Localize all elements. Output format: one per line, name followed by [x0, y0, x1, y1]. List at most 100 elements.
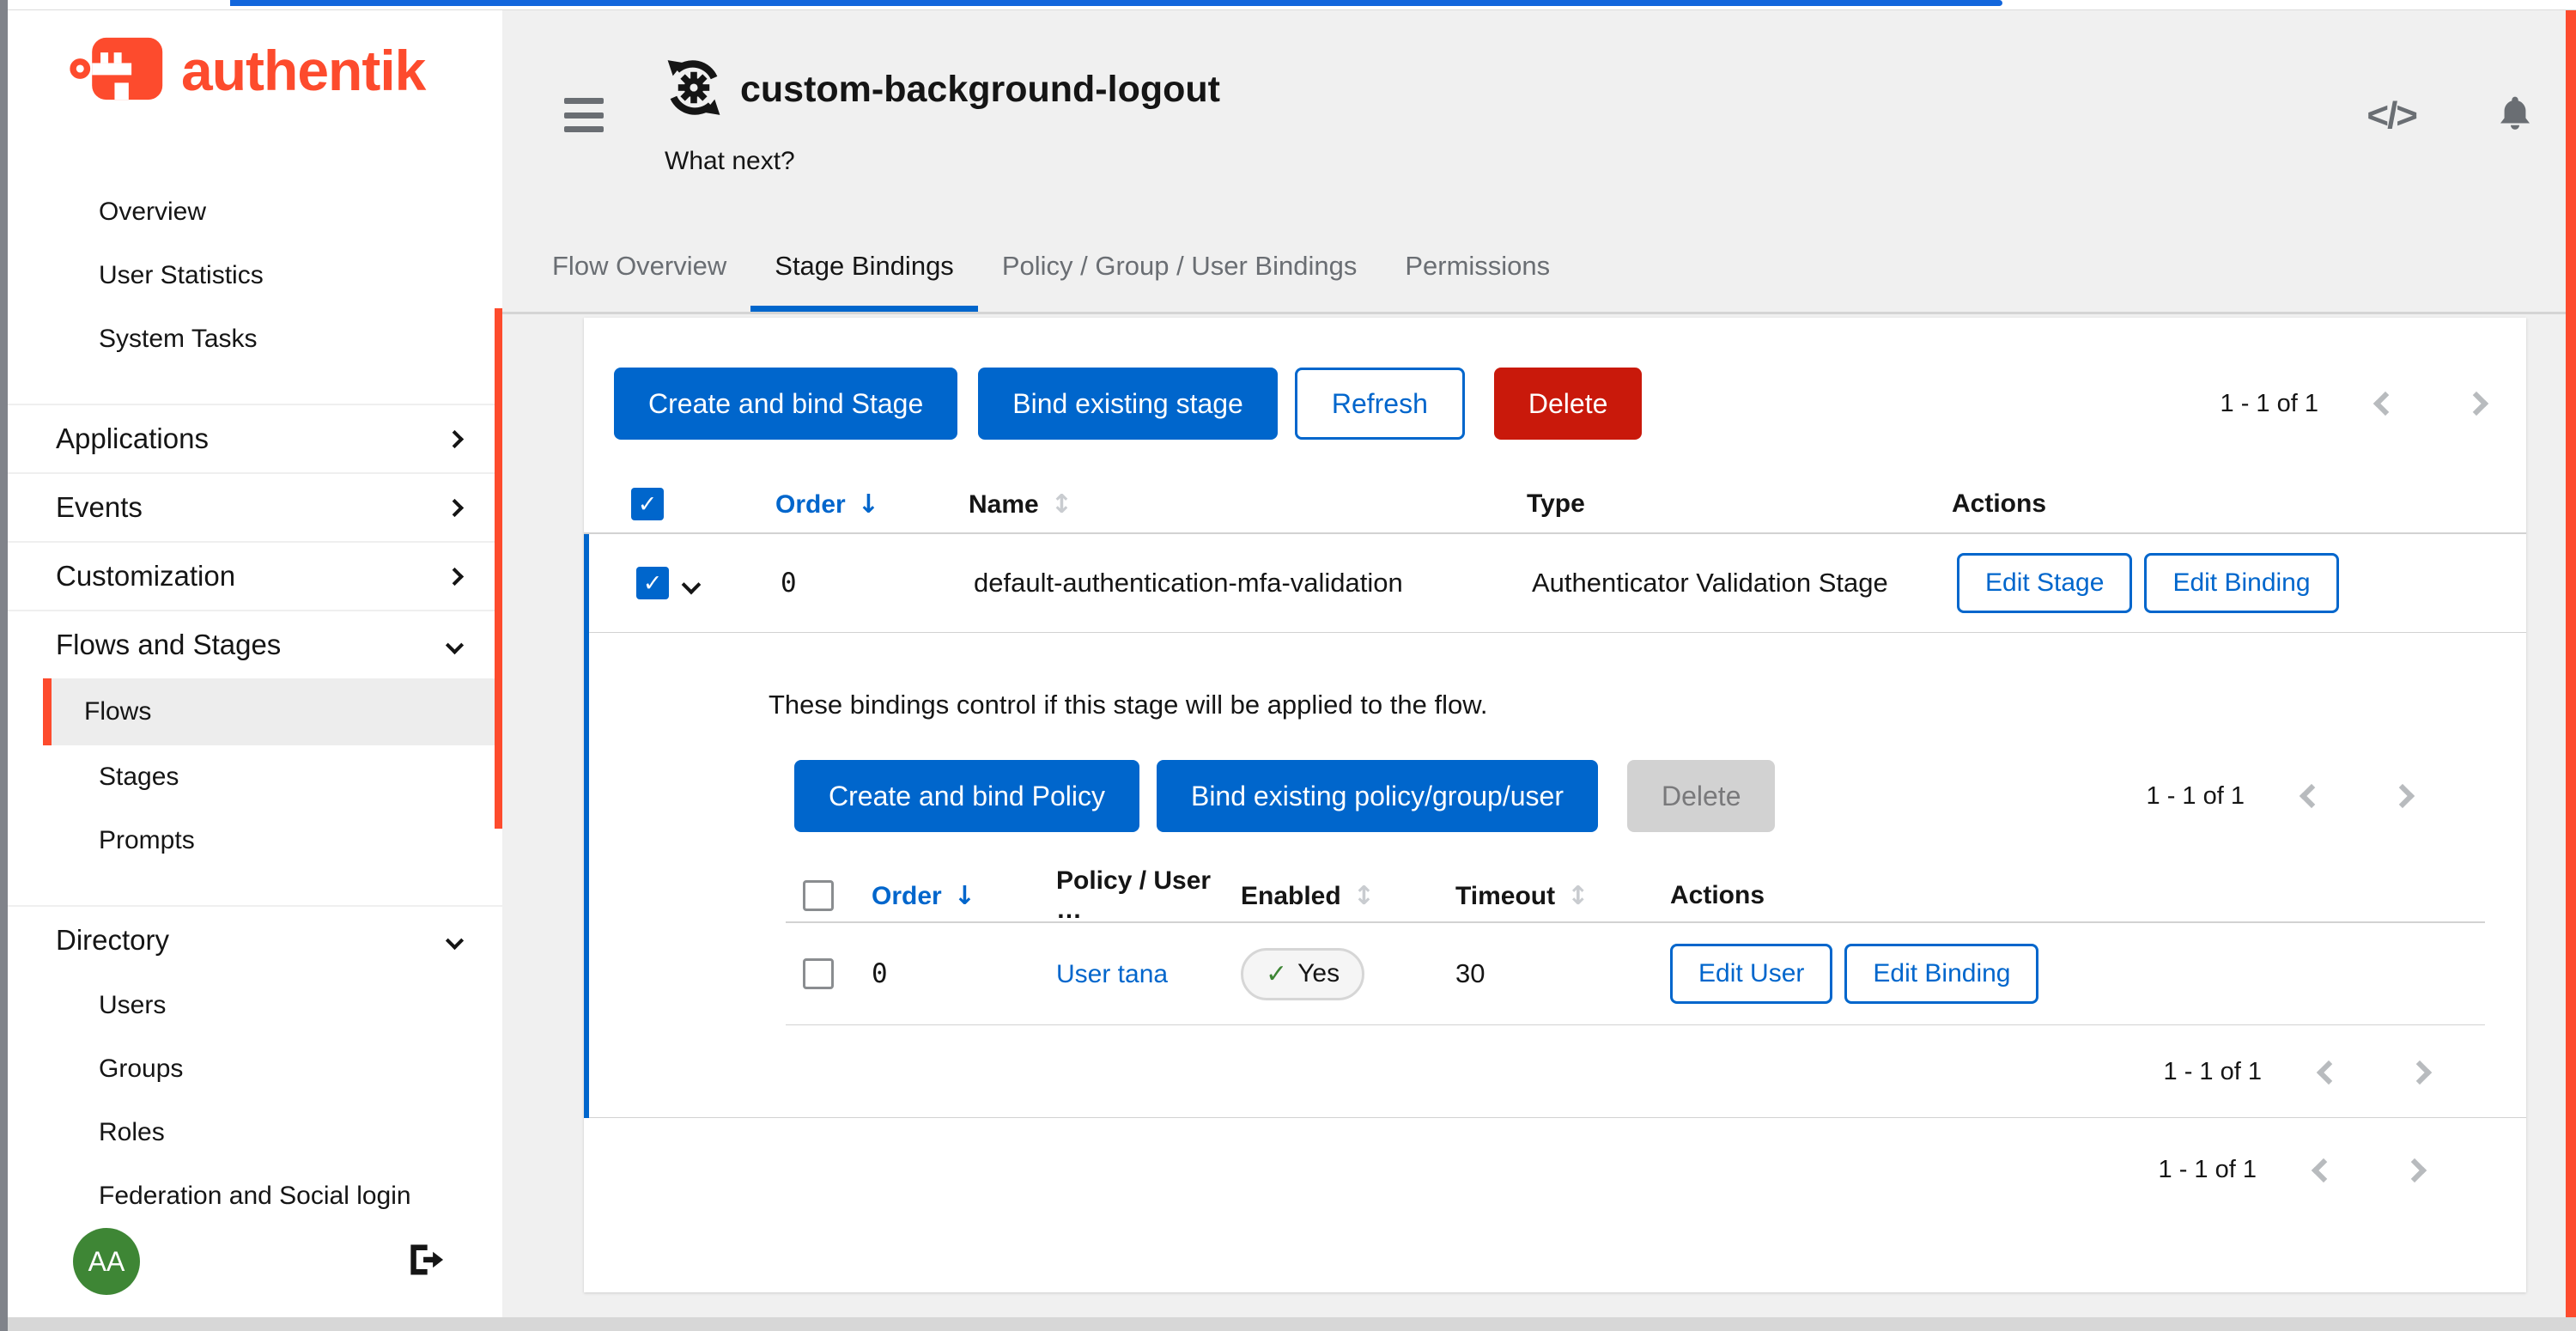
sidebar: authentik Overview User Statistics Syste… — [8, 10, 502, 1317]
expansion-description: These bindings control if this stage wil… — [769, 690, 2485, 720]
row-expand-chevron-icon[interactable] — [682, 575, 702, 595]
page-subtitle: What next? — [665, 147, 1220, 176]
header-actions: </> — [2366, 93, 2535, 138]
create-and-bind-policy-button[interactable]: Create and bind Policy — [794, 760, 1139, 832]
sidebar-item-overview[interactable]: Overview — [8, 180, 502, 244]
policy-user-link[interactable]: User tana — [1056, 960, 1168, 988]
page-scrollbar[interactable] — [2566, 10, 2576, 1319]
chevron-right-icon — [446, 498, 464, 516]
nav-gap — [8, 872, 502, 905]
sidebar-item-groups[interactable]: Groups — [8, 1037, 502, 1101]
pagination-top: 1 - 1 of 1 — [2221, 390, 2485, 418]
sidebar-item-customization[interactable]: Customization — [8, 541, 502, 610]
sidebar-user-row: AA — [8, 1228, 502, 1317]
sidebar-item-users[interactable]: Users — [8, 974, 502, 1037]
top-accent-bar — [230, 0, 2002, 6]
sidebar-item-flows[interactable]: Flows — [43, 678, 502, 745]
policy-delete-button[interactable]: Delete — [1627, 760, 1776, 832]
tab-flow-overview[interactable]: Flow Overview — [528, 235, 750, 312]
stage-name: default-authentication-mfa-validation — [974, 568, 1532, 599]
sidebar-item-directory[interactable]: Directory — [8, 905, 502, 974]
brand-wordmark: authentik — [181, 38, 425, 103]
tab-bar: Flow Overview Stage Bindings Policy / Gr… — [502, 235, 2566, 314]
page-title: custom-background-logout — [740, 69, 1220, 111]
bell-icon[interactable] — [2495, 93, 2535, 138]
column-order[interactable]: Order↓ — [775, 489, 969, 520]
sidebar-scrollbar[interactable] — [495, 308, 502, 829]
row-checkbox[interactable]: ✓ — [636, 567, 669, 599]
pagination-prev-icon[interactable] — [2312, 1158, 2336, 1182]
brand-logo[interactable]: authentik — [8, 10, 502, 131]
sort-desc-icon: ↓ — [954, 881, 975, 911]
enabled-badge: ✓Yes — [1241, 948, 1364, 1000]
stage-type: Authenticator Validation Stage — [1532, 568, 1957, 599]
authentik-key-icon — [70, 33, 171, 108]
column-order[interactable]: Order↓ — [872, 881, 1056, 911]
bind-existing-stage-button[interactable]: Bind existing stage — [978, 368, 1278, 440]
create-and-bind-stage-button[interactable]: Create and bind Stage — [614, 368, 957, 440]
avatar[interactable]: AA — [73, 1228, 140, 1295]
policy-table-row: 0 User tana ✓Yes 30 Edit User Edit Bindi… — [786, 923, 2485, 1024]
sidebar-item-flows-and-stages[interactable]: Flows and Stages — [8, 610, 502, 678]
sidebar-item-applications[interactable]: Applications — [8, 404, 502, 472]
main-area: custom-background-logout What next? </> … — [502, 10, 2566, 1317]
stage-table-header: ✓ Order↓ Name↕ Type Actions — [584, 476, 2526, 532]
hamburger-menu-icon[interactable] — [564, 98, 604, 132]
stage-expansion: These bindings control if this stage wil… — [589, 633, 2526, 1117]
sidebar-item-roles[interactable]: Roles — [8, 1101, 502, 1164]
tab-policy-group-user-bindings[interactable]: Policy / Group / User Bindings — [978, 235, 1382, 312]
policy-table-header: Order↓ Policy / User … Enabled↕ Timeout↕… — [786, 866, 2485, 921]
select-all-checkbox[interactable]: ✓ — [631, 488, 664, 520]
policy-select-all-checkbox[interactable] — [803, 880, 834, 911]
policy-table: Order↓ Policy / User … Enabled↕ Timeout↕… — [786, 866, 2485, 1117]
bind-existing-policy-button[interactable]: Bind existing policy/group/user — [1157, 760, 1598, 832]
column-enabled[interactable]: Enabled↕ — [1241, 881, 1455, 911]
pagination-prev-icon[interactable] — [2317, 1060, 2341, 1084]
pagination-prev-icon[interactable] — [2300, 784, 2324, 808]
sort-icon: ↕ — [1353, 881, 1375, 911]
sign-out-icon[interactable] — [404, 1240, 444, 1284]
sidebar-item-system-tasks[interactable]: System Tasks — [8, 307, 502, 371]
pagination-bottom: 1 - 1 of 1 — [584, 1118, 2526, 1184]
policy-row-checkbox[interactable] — [803, 958, 834, 989]
pagination-label: 1 - 1 of 1 — [2159, 1156, 2257, 1184]
delete-button[interactable]: Delete — [1494, 368, 1643, 440]
window-edge — [0, 0, 8, 1331]
window-bottom-strip — [8, 1317, 2576, 1331]
stage-table-row: ✓ 0 default-authentication-mfa-validatio… — [589, 534, 2526, 632]
pagination-next-icon[interactable] — [2391, 784, 2415, 808]
column-actions: Actions — [1952, 489, 2526, 519]
sort-desc-icon: ↓ — [858, 489, 879, 520]
tab-permissions[interactable]: Permissions — [1381, 235, 1574, 312]
tab-stage-bindings[interactable]: Stage Bindings — [750, 235, 978, 312]
sidebar-item-user-statistics[interactable]: User Statistics — [8, 244, 502, 307]
chevron-down-icon — [446, 931, 464, 949]
sidebar-item-federation[interactable]: Federation and Social login — [8, 1164, 502, 1228]
sort-icon: ↕ — [1567, 881, 1589, 911]
edit-binding-button[interactable]: Edit Binding — [1844, 944, 2038, 1004]
api-code-icon[interactable]: </> — [2366, 94, 2416, 137]
sort-icon: ↕ — [1051, 489, 1072, 520]
refresh-button[interactable]: Refresh — [1295, 368, 1465, 440]
sidebar-item-prompts[interactable]: Prompts — [8, 809, 502, 872]
process-automation-icon — [661, 55, 726, 125]
edit-binding-button[interactable]: Edit Binding — [2144, 553, 2338, 613]
column-policy-user: Policy / User … — [1056, 866, 1241, 925]
column-name[interactable]: Name↕ — [969, 489, 1527, 520]
pagination-policy-top: 1 - 1 of 1 — [2147, 782, 2411, 811]
policy-order: 0 — [872, 958, 1056, 989]
pagination-next-icon[interactable] — [2464, 392, 2488, 416]
sidebar-nav: Overview User Statistics System Tasks Ap… — [8, 131, 502, 1228]
sidebar-item-stages[interactable]: Stages — [8, 745, 502, 809]
pagination-next-icon[interactable] — [2408, 1060, 2432, 1084]
pagination-prev-icon[interactable] — [2373, 392, 2397, 416]
pagination-label: 1 - 1 of 1 — [2221, 390, 2318, 418]
edit-user-button[interactable]: Edit User — [1670, 944, 1832, 1004]
edit-stage-button[interactable]: Edit Stage — [1957, 553, 2132, 613]
check-icon: ✓ — [1266, 959, 1287, 989]
column-timeout[interactable]: Timeout↕ — [1455, 881, 1670, 911]
stage-order: 0 — [781, 568, 974, 599]
pagination-next-icon[interactable] — [2403, 1158, 2427, 1182]
sidebar-item-events[interactable]: Events — [8, 472, 502, 541]
chevron-right-icon — [446, 429, 464, 447]
